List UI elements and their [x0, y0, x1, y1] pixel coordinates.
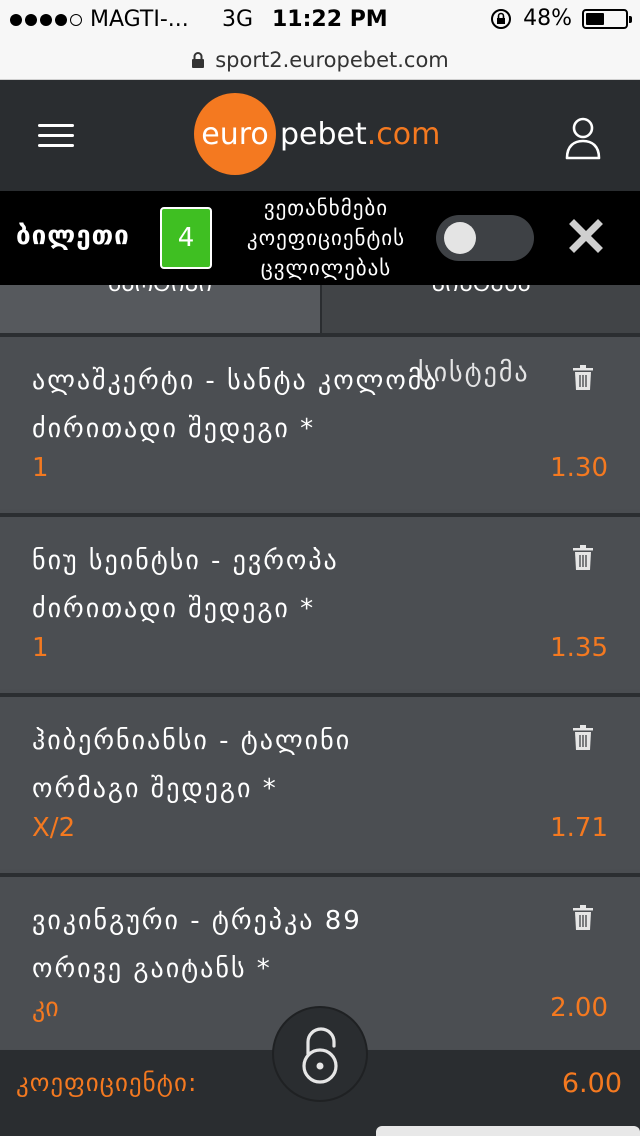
bet-outcome: 1 — [32, 633, 49, 663]
bottom-sheet-edge — [376, 1126, 640, 1136]
logo-text: pebet.com — [280, 116, 441, 152]
bet-item: ალაშკერტი - სანტა კოლომა ძირითადი შედეგი… — [0, 333, 640, 509]
logo-circle: euro — [194, 93, 276, 175]
lock-icon — [192, 51, 205, 68]
total-odds-label: კოეფიციენტი: — [16, 1068, 198, 1097]
close-icon[interactable] — [566, 216, 606, 256]
menu-icon[interactable] — [38, 124, 74, 148]
status-bar: MAGTI-... 3G 11:22 PM 48% — [0, 0, 640, 40]
carrier-name: MAGTI-... — [90, 7, 189, 32]
ticket-bar: ბილეთი 4 ვეთანხმები კოეფიციენტის ცვლილებ… — [0, 191, 640, 285]
signal-carrier: MAGTI-... — [10, 7, 189, 32]
padlock-icon — [302, 1027, 338, 1084]
ticket-count-badge: 4 — [160, 207, 212, 269]
bet-odds: 1.30 — [550, 453, 608, 483]
rotation-lock-icon — [491, 8, 512, 29]
url-text: sport2.europebet.com — [215, 47, 449, 72]
total-odds-value: 6.00 — [561, 1068, 622, 1099]
accept-odds-change-label: ვეთანხმები კოეფიციენტის ცვლილებას — [246, 196, 406, 280]
url-bar[interactable]: sport2.europebet.com — [0, 40, 640, 80]
accept-odds-toggle[interactable] — [436, 215, 534, 261]
toggle-knob — [444, 222, 476, 254]
site-header: euro pebet.com — [0, 80, 640, 191]
tab-system[interactable]: ᲡᲘᲡᲢᲔᲛᲐ — [322, 285, 640, 333]
bet-item: ნიუ სეინტსი - ევროპა ძირითადი შედეგი * 1… — [0, 513, 640, 689]
bet-odds: 2.00 — [550, 993, 608, 1023]
signal-strength-icon — [10, 13, 82, 26]
bet-title: ნიუ სეინტსი - ევროპა ძირითადი შედეგი * — [32, 546, 339, 624]
trash-icon[interactable] — [572, 365, 594, 391]
bet-title: ჰიბერნიანსი - ტალინი ორმაგი შედეგი * — [32, 726, 352, 804]
status-right: 48% — [489, 6, 632, 31]
bet-item: ჰიბერნიანსი - ტალინი ორმაგი შედეგი * X/2… — [0, 693, 640, 869]
battery-percent: 48% — [523, 6, 572, 31]
system-tab-overlay-label: სისტემა — [418, 358, 530, 388]
trash-icon[interactable] — [572, 905, 594, 931]
trash-icon[interactable] — [572, 725, 594, 751]
bet-type-tabs: ᲛᲐᲠᲢᲘᲕᲘ ᲡᲘᲡᲢᲔᲛᲐ — [0, 285, 640, 333]
ticket-title: ბილეთი — [16, 221, 130, 251]
bet-odds: 1.35 — [550, 633, 608, 663]
bet-title: ვიკინგური - ტრეპკა 89 ორივე გაიტანს * — [32, 906, 362, 984]
clock: 11:22 PM — [272, 7, 388, 32]
tab-single[interactable]: ᲛᲐᲠᲢᲘᲕᲘ — [0, 285, 320, 333]
user-icon[interactable] — [564, 116, 602, 160]
site-logo[interactable]: euro pebet.com — [194, 93, 441, 175]
battery-icon — [582, 8, 632, 29]
network-type: 3G — [222, 7, 254, 32]
bet-outcome: 1 — [32, 453, 49, 483]
bet-outcome: X/2 — [32, 813, 76, 843]
trash-icon[interactable] — [572, 545, 594, 571]
bet-odds: 1.71 — [550, 813, 608, 843]
bet-outcome: კი — [32, 993, 59, 1023]
unlock-ticket-button[interactable] — [272, 1006, 368, 1102]
